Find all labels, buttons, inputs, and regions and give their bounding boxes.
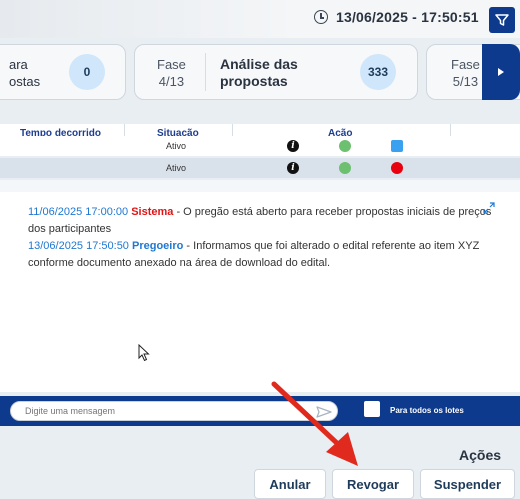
status-cell: Ativo [166,141,187,151]
phase-label-line2: 5/13 [452,74,479,89]
message-timestamp: 11/06/2025 17:00:00 [28,206,129,218]
actions-title: Ações [459,447,502,463]
filter-icon [495,14,509,26]
current-datetime: 13/06/2025 - 17:50:51 [336,9,479,25]
expand-icon[interactable] [482,201,496,220]
message-timestamp: 13/06/2025 17:50:50 [28,240,129,252]
table-row[interactable]: Ativo i [0,136,520,156]
table-row[interactable]: Ativo i [0,158,520,178]
phase-label-line1: Fase [451,57,480,72]
message-author: Sistema [131,206,174,218]
status-cell: Ativo [166,163,187,173]
phase-name-line1: ara [9,57,28,72]
chat-message: 13/06/2025 17:50:50 Pregoeiro - Informam… [28,238,498,272]
phase-card-previous[interactable]: ara ostas 0 [0,44,126,100]
next-phase-button[interactable] [482,44,520,100]
mouse-cursor-icon [138,343,150,367]
suspender-button[interactable]: Suspender [420,469,515,499]
table-spacer [0,106,520,124]
info-icon[interactable]: i [287,140,299,152]
all-lots-label: Para todos os lotes [390,406,464,415]
phase-label-line2: 4/13 [158,74,185,89]
clock-status-icon [339,162,351,174]
phase-card-current[interactable]: Fase 4/13 Análise das propostas 333 [134,44,418,100]
phase-name-line2: propostas [220,73,288,89]
status-dot-red [391,162,403,174]
phase-name-line2: ostas [9,74,41,89]
chevron-right-icon [498,68,504,76]
chat-message: 11/06/2025 17:00:00 Sistema - O pregão e… [28,204,498,238]
phase-label-line1: Fase [157,57,186,72]
top-bar-shade [0,0,300,38]
phase-count-badge: 0 [69,54,105,90]
info-icon[interactable]: i [287,162,299,174]
annotation-arrow [260,378,370,475]
phase-divider [205,53,206,91]
clock-status-icon [339,140,351,152]
clock-icon [314,10,328,24]
phase-count-badge: 333 [360,54,396,90]
phase-name-line1: Análise das [220,56,298,72]
filter-button[interactable] [489,7,515,33]
status-square-blue[interactable] [391,140,403,152]
message-author: Pregoeiro [132,240,184,252]
